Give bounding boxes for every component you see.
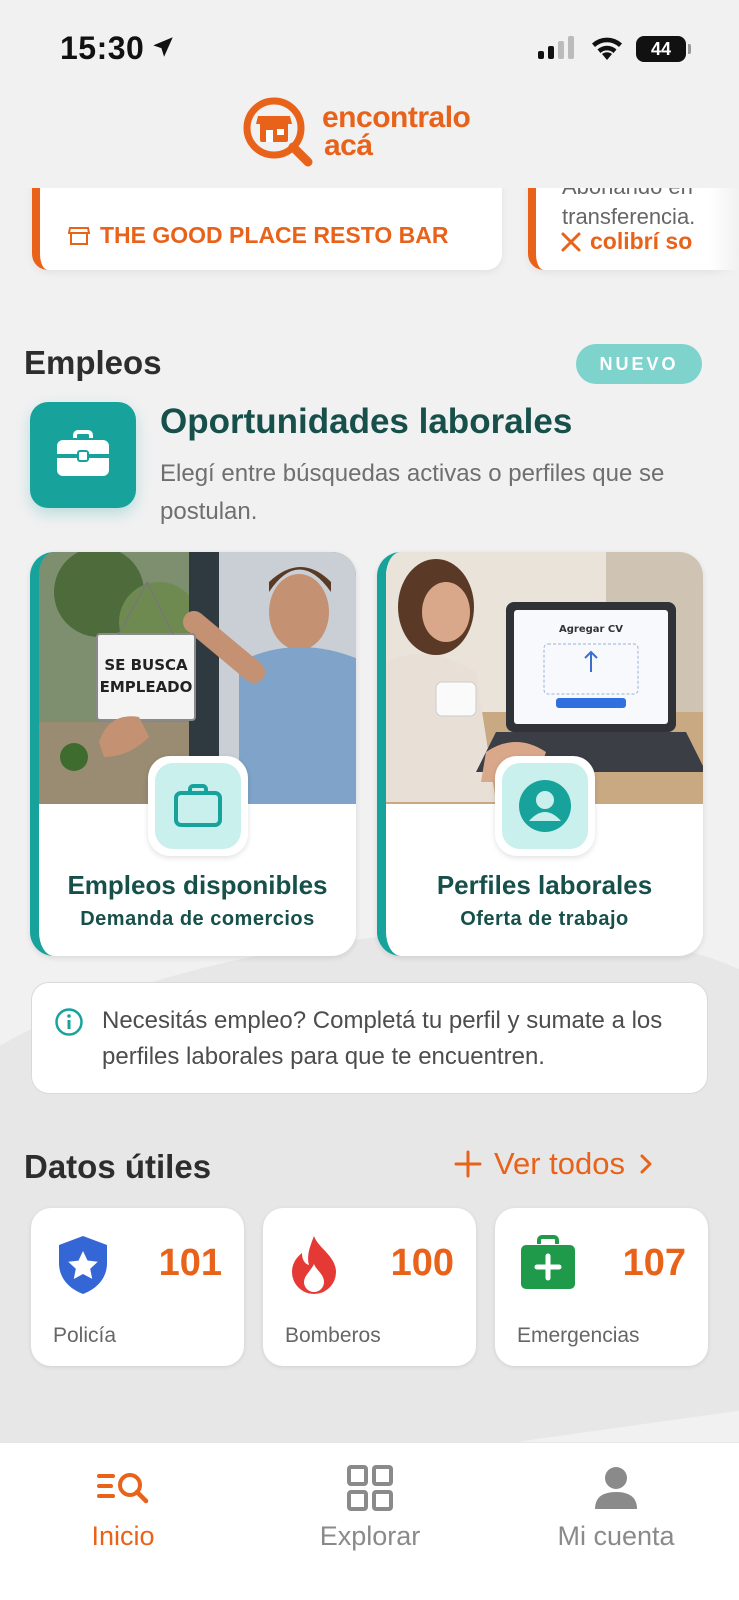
nav-label: Inicio [91, 1521, 155, 1551]
dato-label: Emergencias [517, 1324, 640, 1347]
location-arrow-icon [153, 37, 173, 57]
info-text: Necesitás empleo? Completá tu perfil y s… [102, 1007, 663, 1070]
empleos-icon-box [30, 402, 136, 508]
flame-icon [292, 1236, 336, 1294]
job-card-subtitle: Demanda de comercios [80, 908, 315, 930]
shield-star-icon [59, 1236, 107, 1294]
dato-number: 107 [622, 1242, 686, 1284]
dato-number: 100 [390, 1242, 454, 1284]
job-badge [494, 756, 595, 856]
dato-label: Bomberos [285, 1324, 381, 1347]
carousel-fade [709, 188, 739, 280]
dato-card-bomberos[interactable]: 100 Bomberos [263, 1208, 476, 1366]
ver-todos-link[interactable]: Ver todos [454, 1146, 655, 1182]
promo-store-name: colibrí so [560, 228, 692, 255]
promo-card[interactable]: Abonando en transferencia. colibrí so [528, 188, 739, 270]
job-card-title: Perfiles laborales [436, 870, 653, 900]
store-icon [68, 226, 90, 245]
nav-item-inicio[interactable]: Inicio [23, 1463, 223, 1552]
user-icon [595, 1467, 637, 1509]
job-card-title: Empleos disponibles [67, 870, 328, 900]
empleos-disponibles-card[interactable]: SE BUSCA EMPLEADO Empleos disponibles De… [30, 552, 356, 956]
dato-card-emergencias[interactable]: 107 Emergencias [495, 1208, 708, 1366]
home-search-icon [97, 1473, 149, 1504]
status-time: 15:30 [60, 30, 145, 66]
perfiles-laborales-card[interactable]: Agregar CV Perfiles laborales Oferta de … [377, 552, 703, 956]
nav-label: Explorar [319, 1521, 421, 1551]
briefcase-icon [57, 430, 109, 476]
promo-description: Abonando en transferencia. [562, 188, 696, 229]
promo-carousel[interactable]: THE GOOD PLACE RESTO BAR Abonando en tra… [0, 188, 739, 280]
status-bar: 15:30 44 [0, 0, 739, 90]
dato-number: 101 [158, 1242, 222, 1284]
plus-icon [454, 1150, 482, 1178]
dato-card-policia[interactable]: 101 Policía [31, 1208, 244, 1366]
empleos-subtitle: Elegí entre búsquedas activas o perfiles… [160, 460, 665, 525]
section-title-empleos: Empleos [24, 344, 162, 381]
promo-card[interactable]: THE GOOD PLACE RESTO BAR [32, 188, 502, 270]
nav-item-explorar[interactable]: Explorar [270, 1463, 470, 1552]
cellular-signal-icon [538, 36, 574, 59]
logo-wordmark: encontralo acá [322, 101, 471, 162]
briefcase-outline-icon [173, 784, 222, 827]
grid-icon [347, 1465, 393, 1511]
chevron-right-icon [640, 1154, 652, 1174]
job-card-subtitle: Oferta de trabajo [460, 908, 629, 930]
app-logo: encontralo acá [242, 96, 471, 168]
section-title-datos-utiles: Datos útiles [24, 1148, 212, 1185]
nav-label: Mi cuenta [557, 1521, 675, 1551]
first-aid-icon [521, 1235, 575, 1289]
wifi-icon [592, 37, 622, 60]
empleos-title: Oportunidades laborales [160, 402, 573, 441]
dato-label: Policía [53, 1324, 117, 1347]
svg-text:Agregar CV: Agregar CV [559, 624, 623, 635]
info-banner: Necesitás empleo? Completá tu perfil y s… [31, 982, 708, 1094]
tools-icon [561, 232, 581, 251]
new-badge: NUEVO [576, 344, 702, 384]
store-search-icon [243, 97, 313, 167]
info-icon [55, 1008, 83, 1036]
svg-text:EMPLEADO: EMPLEADO [100, 678, 193, 696]
svg-text:SE BUSCA: SE BUSCA [104, 656, 188, 674]
bottom-nav: Inicio Explorar Mi cuenta [0, 1442, 739, 1600]
job-badge [147, 756, 248, 856]
user-circle-icon [518, 780, 571, 832]
nav-item-mi-cuenta[interactable]: Mi cuenta [516, 1463, 716, 1552]
battery-indicator: 44 [636, 36, 691, 62]
promo-store-name: THE GOOD PLACE RESTO BAR [68, 222, 448, 249]
